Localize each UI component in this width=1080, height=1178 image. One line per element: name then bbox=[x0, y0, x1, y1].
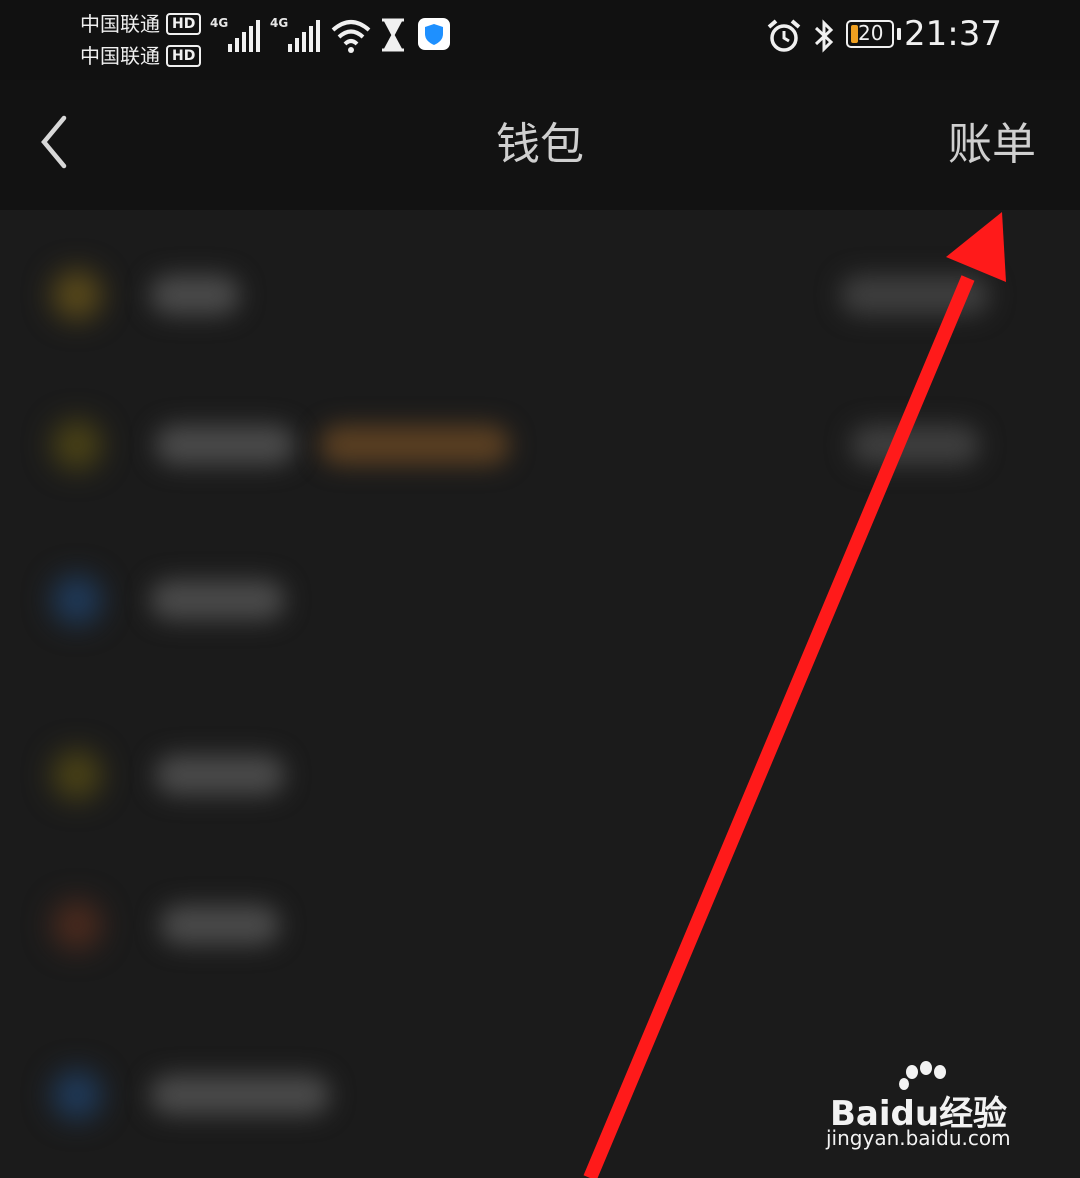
baidu-jingyan-watermark: Baidu经验 jingyan.baidu.com bbox=[826, 1060, 1036, 1160]
watermark-url: jingyan.baidu.com bbox=[826, 1126, 1011, 1150]
annotation-arrow-icon bbox=[583, 212, 1006, 1178]
